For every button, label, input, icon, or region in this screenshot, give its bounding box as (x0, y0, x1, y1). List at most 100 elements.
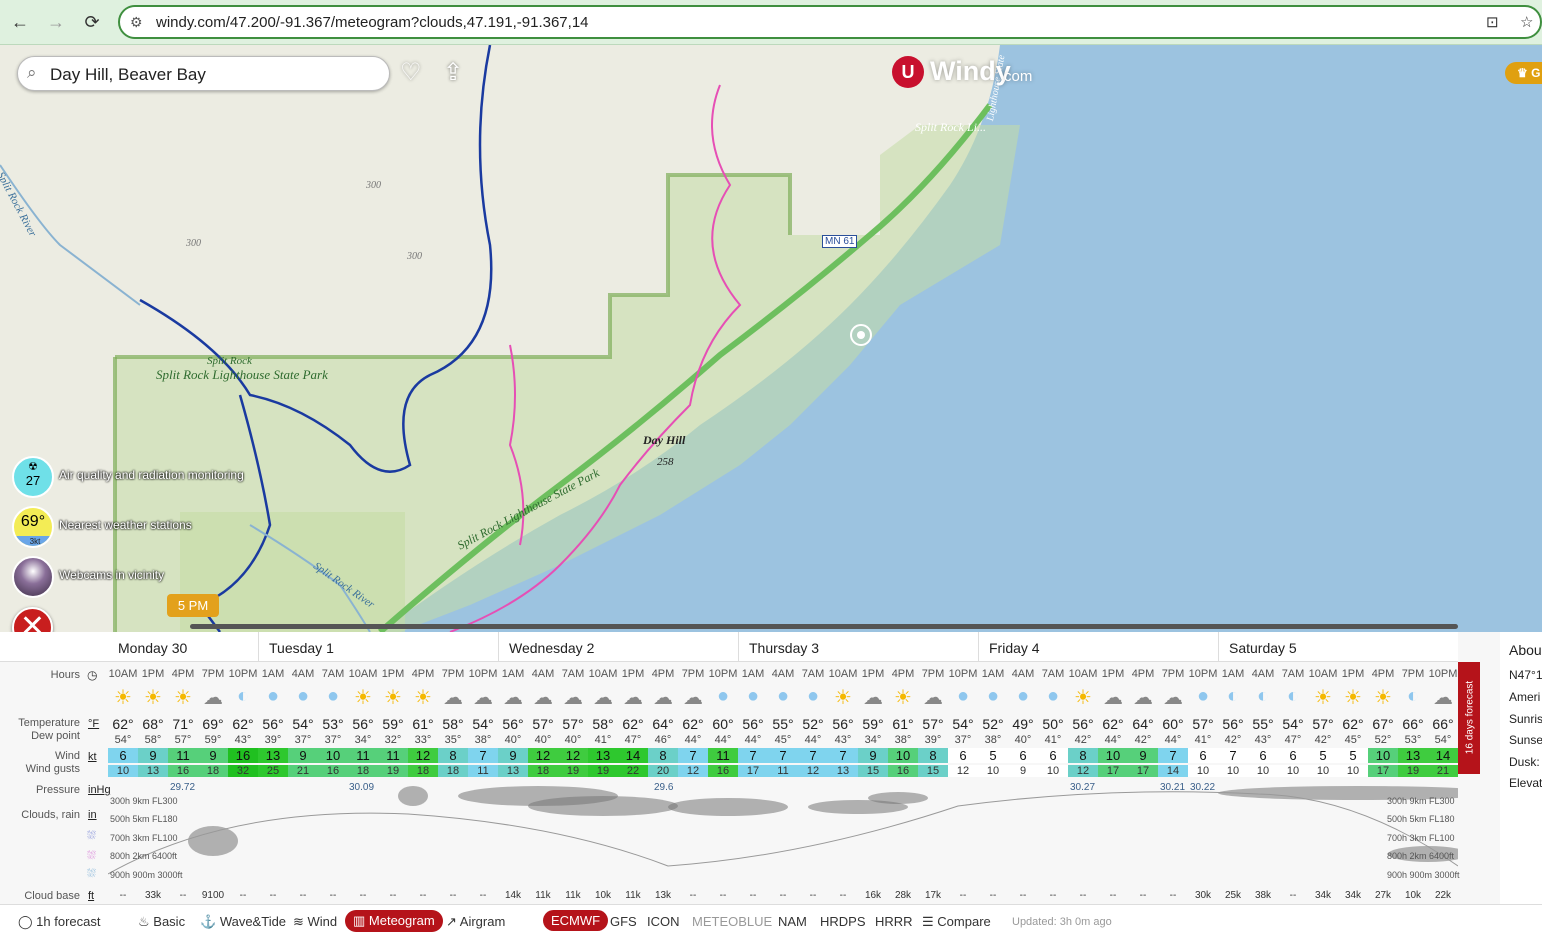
share-icon[interactable]: ⇪ (443, 58, 463, 87)
address-bar[interactable]: ⚙ windy.com/47.200/-91.367/meteogram?clo… (118, 5, 1542, 39)
temperature-value: 57° (532, 716, 554, 732)
wind-gust-value: 17 (1368, 765, 1398, 777)
wind-speed-value: 11 (378, 748, 408, 763)
compare-button[interactable]: ☰ Compare (922, 914, 991, 930)
wind-speed-value: 5 (1338, 748, 1368, 763)
reload-icon[interactable]: ⟳ (79, 9, 105, 35)
weather-icon: ● (806, 685, 820, 707)
cloud-base-value: 16k (864, 890, 882, 901)
model-ecmwf[interactable]: ECMWF (543, 910, 609, 931)
hour-label: 10AM (348, 668, 378, 680)
wave-tide-tab[interactable]: ⚓ Wave&Tide (200, 914, 286, 930)
dew-point-value: 54° (1434, 734, 1452, 746)
weather-icon: ◐ (236, 685, 250, 707)
temperature-value: 49° (1012, 716, 1034, 732)
model-meteoblue[interactable]: METEOBLUE (692, 914, 772, 929)
unit-cloudbase[interactable]: ft (88, 890, 94, 902)
days-row: Monday 30 Tuesday 1 Wednesday 2 Thursday 3 F… (0, 632, 1458, 662)
search-icon: ⌕ (27, 63, 37, 82)
hour-label: 10AM (588, 668, 618, 680)
site-settings-icon[interactable]: ⚙ (130, 14, 143, 31)
cloud-base-value: 9100 (201, 890, 225, 901)
temperature-value: 61° (892, 716, 914, 732)
weather-icon: ☁ (593, 687, 613, 709)
level-label-right: 300h 9km FL300 (1387, 796, 1455, 806)
cloud-base-value: 22k (1434, 890, 1452, 901)
day-separator (498, 632, 499, 662)
wind-tab[interactable]: ≋ Wind (293, 914, 337, 930)
unit-clouds[interactable]: in (88, 809, 97, 821)
cloud-base-value: -- (749, 890, 757, 901)
wind-gust-value: 17 (1098, 765, 1128, 777)
weather-icon: ● (716, 685, 730, 707)
back-icon[interactable]: ← (7, 9, 33, 35)
wind-gust-value: 17 (738, 765, 768, 777)
row-label-gusts: Wind gusts (25, 763, 80, 775)
cloud-blob (868, 792, 928, 804)
star-icon[interactable]: ☆ (1520, 13, 1533, 31)
hour-label: 4PM (651, 668, 675, 680)
basic-tab[interactable]: ♨ Basic (138, 914, 185, 930)
airgram-tab[interactable]: ↗ Airgram (446, 914, 505, 930)
url-text[interactable]: windy.com/47.200/-91.367/meteogram?cloud… (156, 14, 589, 31)
cloud-base-value: -- (779, 890, 787, 901)
hour-label: 1AM (981, 668, 1005, 680)
model-nam[interactable]: NAM (778, 914, 807, 929)
meteogram-tab[interactable]: ▥ Meteogram (345, 910, 443, 932)
temperature-value: 69° (202, 716, 224, 732)
premium-button[interactable]: ♛ G (1505, 62, 1542, 84)
map[interactable]: Split Rock Lighthouse State Park Split R… (0, 45, 1542, 632)
forecast-1h-toggle[interactable]: ◯ 1h forecast (18, 914, 101, 930)
logo-domain: com (1004, 68, 1033, 85)
weather-icon: ☀ (834, 687, 852, 709)
wind-gust-value: 19 (558, 765, 588, 777)
timeline-scrollbar[interactable] (190, 624, 1458, 629)
dew-point-value: 40° (534, 734, 552, 746)
wind-gust-value: 10 (1188, 765, 1218, 777)
wind-speed-value: 10 (1368, 748, 1398, 763)
weather-icon: ☁ (623, 687, 643, 709)
dew-point-value: 44° (1164, 734, 1182, 746)
temperature-value: 56° (262, 716, 284, 732)
weather-icon: ☁ (1163, 687, 1183, 709)
wind-gust-value: 18 (408, 765, 438, 777)
search-box[interactable]: ⌕ Day Hill, Beaver Bay (17, 56, 390, 91)
about-panel: Abou N47°1 Ameri Sunris Sunse Dusk: Elev… (1500, 632, 1542, 904)
unit-wind[interactable]: kt (88, 751, 97, 763)
model-hrrr[interactable]: HRRR (875, 914, 913, 929)
row-label-cloudbase: Cloud base (24, 890, 80, 902)
cloud-base-value: -- (719, 890, 727, 901)
temperature-value: 62° (682, 716, 704, 732)
search-input[interactable]: Day Hill, Beaver Bay (50, 65, 206, 85)
model-icon[interactable]: ICON (647, 914, 680, 929)
wind-speed-value: 7 (738, 748, 768, 763)
row-label-pressure: Pressure (35, 784, 80, 796)
cloud-blob (398, 786, 428, 806)
forward-icon[interactable]: → (43, 9, 69, 35)
cloud-base-value: -- (299, 890, 307, 901)
temperature-value: 60° (1162, 716, 1184, 732)
16-days-forecast-tab[interactable]: 16 days forecast (1458, 662, 1480, 774)
heart-icon[interactable]: ♡ (400, 58, 422, 87)
wind-gust-value: 16 (708, 765, 738, 777)
day-label: Saturday 5 (1229, 640, 1297, 656)
wind-speed-value: 9 (858, 748, 888, 763)
time-marker[interactable]: 5 PM (167, 594, 219, 617)
unit-temp[interactable]: °F (88, 718, 99, 730)
cloud-base-value: 11k (625, 890, 641, 901)
air-quality-value: 27 (25, 473, 41, 488)
cloud-base-value: -- (389, 890, 397, 901)
wind-gust-value: 18 (528, 765, 558, 777)
wind-gust-value: 19 (378, 765, 408, 777)
temperature-value: 54° (1282, 716, 1304, 732)
row-label-dew: Dew point (31, 730, 80, 742)
cloud-base-value: 34k (1344, 890, 1362, 901)
wind-speed-value: 7 (468, 748, 498, 763)
model-gfs[interactable]: GFS (610, 914, 637, 929)
wind-speed-value: 5 (978, 748, 1008, 763)
install-icon[interactable]: ⊡ (1486, 13, 1499, 31)
wind-gust-value: 10 (1308, 765, 1338, 777)
wind-gust-value: 11 (468, 765, 498, 777)
model-hrdps[interactable]: HRDPS (820, 914, 866, 929)
temperature-value: 50° (1042, 716, 1064, 732)
